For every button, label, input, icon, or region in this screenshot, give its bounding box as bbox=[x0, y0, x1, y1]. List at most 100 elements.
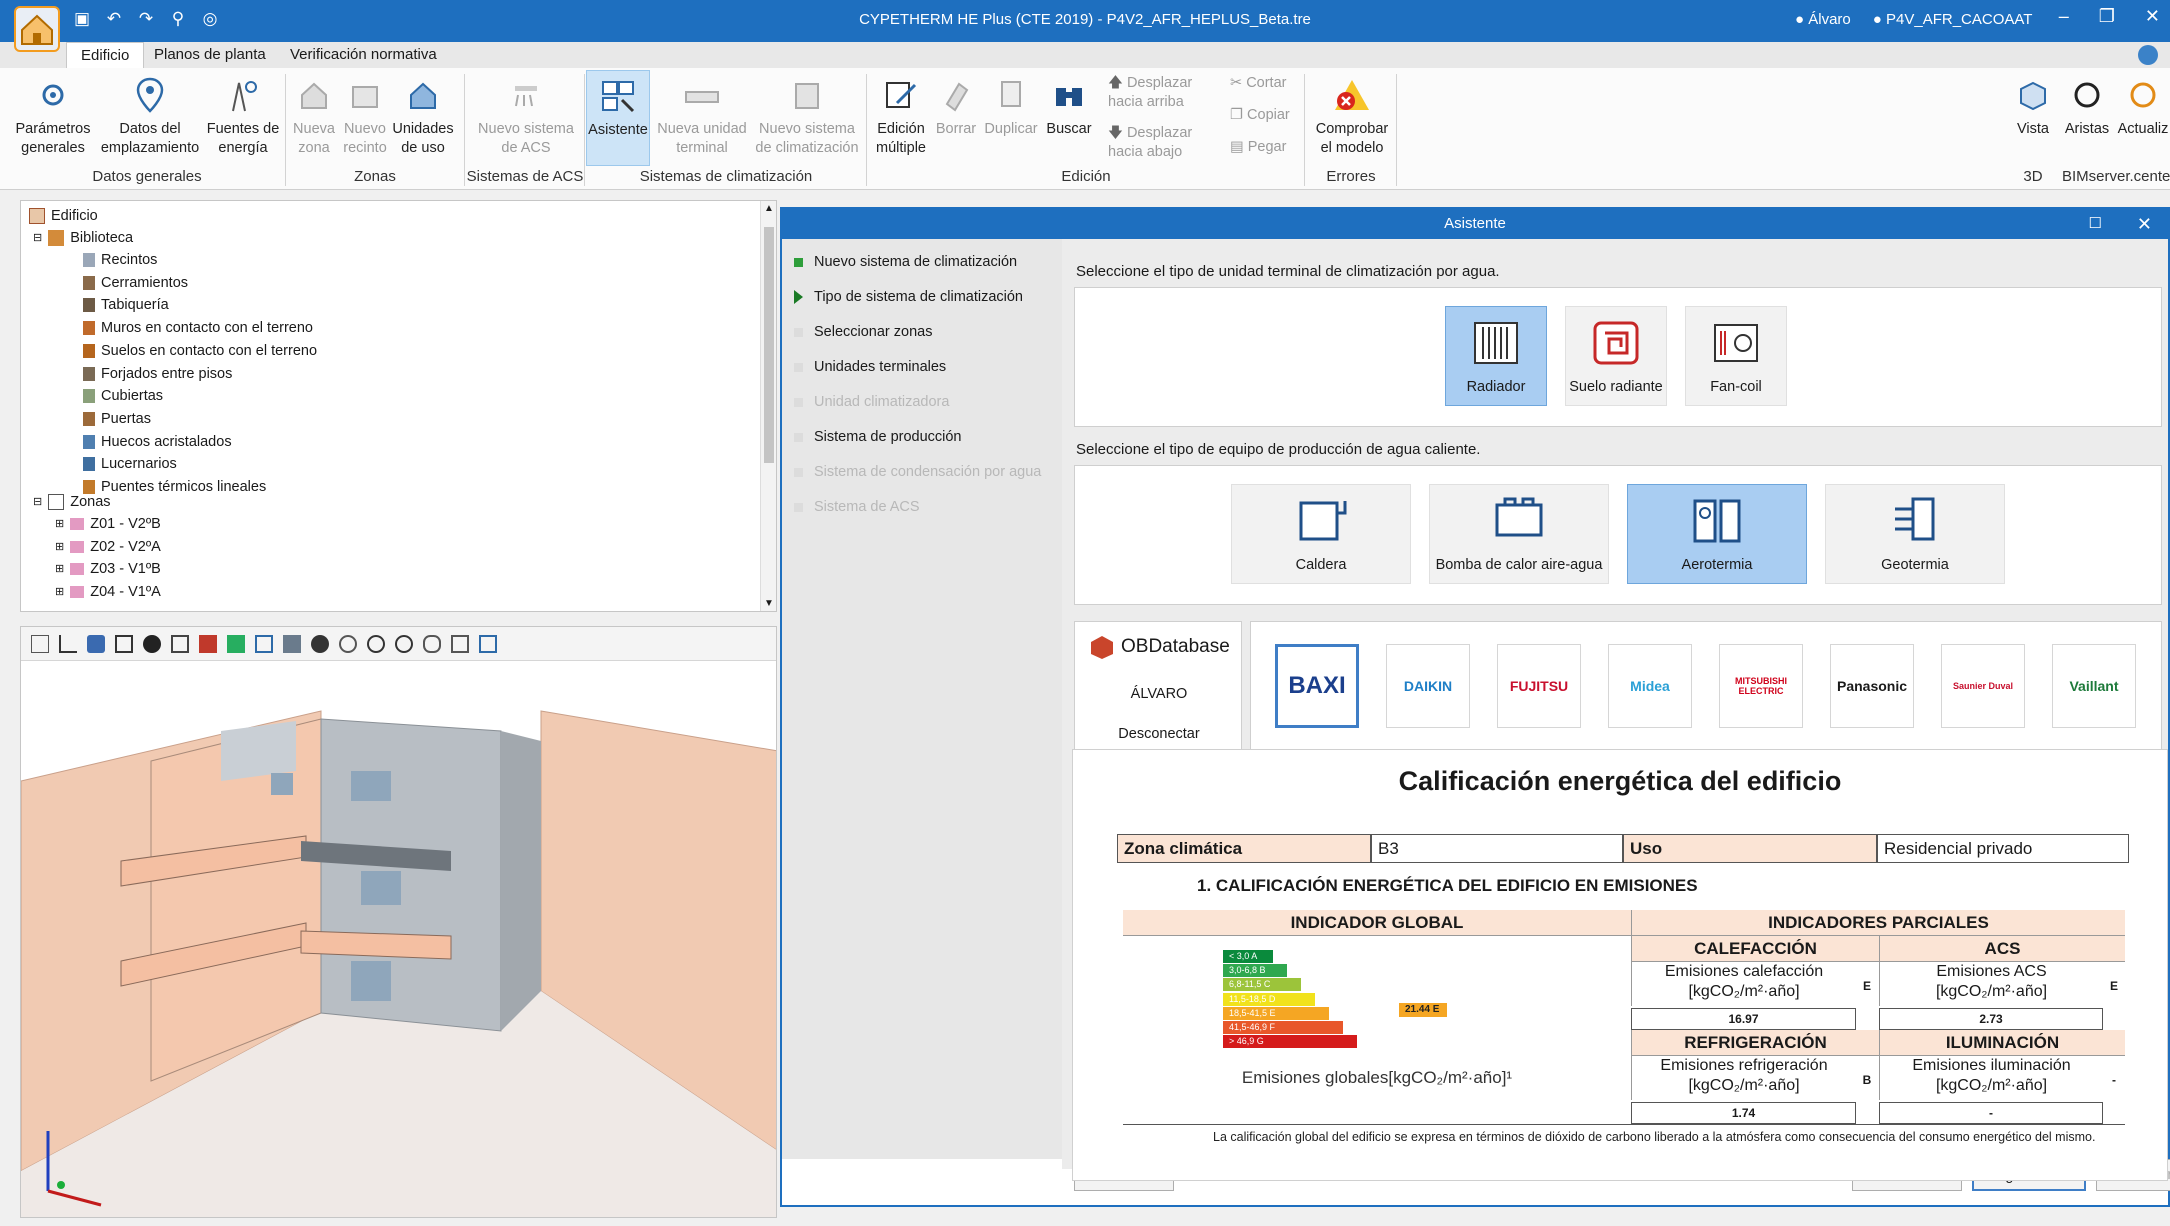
tab-planos[interactable]: Planos de planta bbox=[140, 42, 280, 68]
tree-item-library[interactable]: Puertas bbox=[83, 408, 151, 430]
brand-logo[interactable]: Midea bbox=[1608, 644, 1692, 728]
tab-edificio[interactable]: Edificio bbox=[66, 42, 145, 68]
move-icon[interactable] bbox=[451, 634, 469, 653]
wizard-step[interactable]: Unidad climatizadora bbox=[782, 385, 1062, 419]
move-up-button[interactable]: 🡅 Desplazar hacia arriba bbox=[1108, 74, 1218, 112]
tree-item-zone[interactable]: ⊞ Z02 - V2ºA bbox=[55, 536, 161, 558]
brand-logo[interactable]: BAXI bbox=[1275, 644, 1359, 728]
paste-button[interactable]: ▤ Pegar bbox=[1230, 138, 1286, 157]
energy-sources-button[interactable]: Fuentes de energía bbox=[204, 70, 282, 158]
params-button[interactable]: Parámetros generales bbox=[10, 70, 96, 158]
maximize-icon[interactable]: ☐ bbox=[2089, 209, 2102, 239]
new-hvac-button[interactable]: Nuevo sistema de climatización bbox=[752, 70, 862, 158]
expand-icon[interactable]: ⊞ bbox=[55, 536, 64, 558]
new-room-button[interactable]: Nuevo recinto bbox=[340, 70, 390, 158]
app-menu-icon[interactable] bbox=[14, 6, 60, 52]
help-icon[interactable] bbox=[2138, 45, 2158, 65]
check-model-button[interactable]: Comprobar el modelo bbox=[1310, 70, 1394, 158]
tree-item-library[interactable]: Suelos en contacto con el terreno bbox=[83, 340, 317, 362]
delete-button[interactable]: Borrar bbox=[934, 70, 978, 139]
tree-item-library[interactable]: Huecos acristalados bbox=[83, 431, 232, 453]
eye-icon[interactable] bbox=[143, 634, 161, 653]
tree-item-zone[interactable]: ⊞ Z01 - V2ºB bbox=[55, 513, 161, 535]
project-label[interactable]: ● P4V_AFR_CACOAAT bbox=[1873, 11, 2033, 28]
scroll-thumb[interactable] bbox=[764, 227, 774, 463]
new-zone-button[interactable]: Nueva zona bbox=[290, 70, 338, 158]
box-icon[interactable] bbox=[115, 634, 133, 653]
use-units-button[interactable]: Unidades de uso bbox=[392, 70, 454, 158]
stack-icon[interactable] bbox=[283, 634, 301, 653]
collapse-icon[interactable]: ⊟ bbox=[33, 227, 42, 249]
search-button[interactable]: Buscar bbox=[1044, 70, 1094, 139]
3d-view[interactable] bbox=[20, 626, 777, 1218]
tree-item-zone[interactable]: ⊞ Z03 - V1ºB bbox=[55, 558, 161, 580]
wizard-step[interactable]: Unidades terminales bbox=[782, 350, 1062, 384]
duplicate-button[interactable]: Duplicar bbox=[980, 70, 1042, 139]
plan-icon[interactable] bbox=[227, 634, 245, 653]
restore-button[interactable]: ❐ bbox=[2099, 6, 2115, 27]
tree-item-library[interactable]: Forjados entre pisos bbox=[83, 363, 232, 385]
scroll-down-icon[interactable]: ▼ bbox=[764, 598, 774, 609]
option-radiador[interactable]: Radiador bbox=[1445, 306, 1547, 406]
view-button[interactable]: Vista bbox=[2008, 70, 2058, 139]
brand-logo[interactable]: Saunier Duval bbox=[1941, 644, 2025, 728]
close-window-button[interactable]: ✕ bbox=[2145, 6, 2160, 27]
tree-item-library[interactable]: Muros en contacto con el terreno bbox=[83, 317, 313, 339]
option-geotermia[interactable]: Geotermia bbox=[1825, 484, 2005, 584]
expand-icon[interactable]: ⊞ bbox=[55, 558, 64, 580]
cut-button[interactable]: ✂ Cortar bbox=[1230, 74, 1286, 93]
wizard-step[interactable]: Seleccionar zonas bbox=[782, 315, 1062, 349]
option-suelo-radiante[interactable]: Suelo radiante bbox=[1565, 306, 1667, 406]
tree-item-library[interactable]: Tabiquería bbox=[83, 294, 169, 316]
window-icon[interactable] bbox=[479, 634, 497, 653]
new-terminal-button[interactable]: Nueva unidad terminal bbox=[654, 70, 750, 158]
tree-item-library[interactable]: Lucernarios bbox=[83, 453, 177, 475]
tree-item-library[interactable]: Recintos bbox=[83, 249, 157, 271]
new-acs-button[interactable]: Nuevo sistema de ACS bbox=[470, 70, 582, 158]
user-label[interactable]: ● Álvaro bbox=[1795, 11, 1851, 28]
brand-logo[interactable]: Panasonic bbox=[1830, 644, 1914, 728]
edges-button[interactable]: Aristas bbox=[2062, 70, 2112, 139]
wizard-step[interactable]: Sistema de condensación por agua bbox=[782, 455, 1062, 489]
layers-icon[interactable] bbox=[31, 634, 49, 653]
wizard-button[interactable]: Asistente bbox=[586, 70, 650, 166]
option-caldera[interactable]: Caldera bbox=[1231, 484, 1411, 584]
orbit-icon[interactable] bbox=[339, 634, 357, 653]
move-down-button[interactable]: 🡇 Desplazar hacia abajo bbox=[1108, 124, 1218, 162]
wizard-step[interactable]: Nuevo sistema de climatización bbox=[782, 245, 1062, 279]
grid-icon[interactable] bbox=[255, 634, 273, 653]
brand-logo[interactable]: Vaillant bbox=[2052, 644, 2136, 728]
tree-item-zonas[interactable]: ⊟ Zonas bbox=[33, 491, 111, 513]
disconnect-link[interactable]: Desconectar bbox=[1075, 726, 1243, 742]
tab-verificacion[interactable]: Verificación normativa bbox=[276, 42, 451, 68]
brand-logo[interactable]: MITSUBISHI ELECTRIC bbox=[1719, 644, 1803, 728]
site-button[interactable]: Datos del emplazamiento bbox=[98, 70, 202, 158]
tree-item-library[interactable]: Cerramientos bbox=[83, 272, 188, 294]
tree-icon[interactable] bbox=[171, 634, 189, 653]
pan-icon[interactable] bbox=[423, 634, 441, 653]
tree-item-edificio[interactable]: Edificio bbox=[29, 205, 98, 227]
tree-item-library[interactable]: Cubiertas bbox=[83, 385, 163, 407]
visibility-icon[interactable] bbox=[311, 634, 329, 653]
minimize-button[interactable]: – bbox=[2059, 6, 2069, 27]
option-fan-coil[interactable]: Fan-coil bbox=[1685, 306, 1787, 406]
zoom-extents-icon[interactable] bbox=[367, 634, 385, 653]
expand-icon[interactable]: ⊞ bbox=[55, 581, 64, 603]
update-button[interactable]: Actualiz bbox=[2116, 70, 2170, 139]
section-icon[interactable] bbox=[199, 634, 217, 653]
tree-scrollbar[interactable]: ▲ ▼ bbox=[760, 201, 776, 611]
brand-logo[interactable]: DAIKIN bbox=[1386, 644, 1470, 728]
tree-item-zone[interactable]: ⊞ Z04 - V1ºA bbox=[55, 581, 161, 603]
axes-icon[interactable] bbox=[59, 634, 77, 653]
brand-logo[interactable]: FUJITSU bbox=[1497, 644, 1581, 728]
wizard-step[interactable]: Tipo de sistema de climatización bbox=[782, 280, 1062, 314]
wizard-step[interactable]: Sistema de producción bbox=[782, 420, 1062, 454]
collapse-icon[interactable]: ⊟ bbox=[33, 491, 42, 513]
multi-edit-button[interactable]: Edición múltiple bbox=[870, 70, 932, 158]
option-bomba-calor[interactable]: Bomba de calor aire-agua bbox=[1429, 484, 1609, 584]
expand-icon[interactable]: ⊞ bbox=[55, 513, 64, 535]
shield-icon[interactable] bbox=[87, 634, 105, 653]
scroll-up-icon[interactable]: ▲ bbox=[764, 203, 774, 214]
option-aerotermia[interactable]: Aerotermia bbox=[1627, 484, 1807, 584]
tree-item-biblioteca[interactable]: ⊟ Biblioteca bbox=[33, 227, 133, 249]
